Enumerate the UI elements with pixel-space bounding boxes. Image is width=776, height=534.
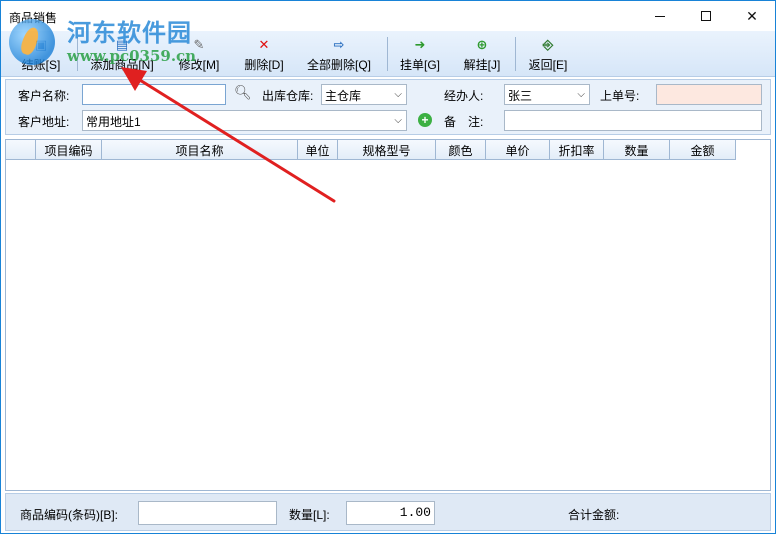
last-order-label: 上单号: (600, 89, 640, 103)
remark-label: 备 注: (444, 115, 484, 129)
edit-label: 修改[M] (178, 58, 220, 72)
warehouse-value: 主仓库 (325, 89, 362, 103)
warehouse-select[interactable]: 主仓库 ⌵ (321, 84, 407, 105)
close-button[interactable]: ✕ (729, 1, 775, 31)
last-order-field (656, 84, 762, 105)
address-value: 常用地址1 (86, 115, 141, 129)
column-header[interactable]: 单价 (486, 140, 550, 160)
barcode-input[interactable] (138, 501, 277, 525)
release-order-label: 解挂[J] (463, 58, 501, 72)
release-order-icon: ⊕ (476, 37, 488, 52)
chevron-down-icon: ⌵ (577, 89, 585, 100)
column-header[interactable]: 项目名称 (102, 140, 298, 160)
maximize-icon (701, 11, 711, 21)
add-item-button[interactable]: ▤ 添加商品[N] (87, 35, 157, 73)
sales-window: 商品销售 ✕ ▣ 结账[S] ▤ 添加商品[N] ✎ 修改[M] ✕ 删除[D]… (0, 0, 776, 534)
toolbar-separator (387, 37, 388, 71)
checkout-label: 结账[S] (21, 58, 61, 72)
add-address-icon[interactable]: + (418, 113, 432, 127)
customer-name-input[interactable] (82, 84, 226, 105)
hold-order-icon: ➜ (414, 37, 426, 52)
delete-icon: ✕ (258, 37, 270, 52)
remark-input[interactable] (504, 110, 762, 131)
warehouse-label: 出库仓库: (262, 89, 314, 103)
grid-header: 项目编码 项目名称 单位 规格型号 颜色 单价 折扣率 数量 金额 (6, 140, 736, 160)
column-header[interactable]: 折扣率 (550, 140, 604, 160)
delete-all-button[interactable]: ⇨ 全部删除[Q] (305, 35, 373, 73)
chevron-down-icon: ⌵ (394, 89, 402, 100)
delete-button[interactable]: ✕ 删除[D] (241, 35, 287, 73)
handler-select[interactable]: 张三 ⌵ (504, 84, 590, 105)
exit-icon: ⎆ (542, 37, 554, 52)
handler-value: 张三 (508, 89, 533, 103)
handler-label: 经办人: (444, 89, 484, 103)
delete-label: 删除[D] (244, 58, 284, 72)
delete-all-label: 全部删除[Q] (306, 58, 371, 72)
hold-order-button[interactable]: ➜ 挂单[G] (397, 35, 443, 73)
search-icon[interactable]: 🔍︎ (234, 84, 252, 101)
delete-all-icon: ⇨ (333, 37, 345, 52)
column-header[interactable]: 规格型号 (338, 140, 436, 160)
address-label: 客户地址: (18, 115, 70, 129)
column-header[interactable]: 单位 (298, 140, 338, 160)
toolbar: ▣ 结账[S] ▤ 添加商品[N] ✎ 修改[M] ✕ 删除[D] ⇨ 全部删除… (1, 31, 775, 77)
close-icon: ✕ (746, 7, 758, 24)
edit-button[interactable]: ✎ 修改[M] (175, 35, 223, 73)
add-item-label: 添加商品[N] (90, 58, 154, 72)
column-header[interactable]: 项目编码 (36, 140, 102, 160)
column-header[interactable]: 颜色 (436, 140, 486, 160)
minimize-icon (655, 15, 665, 17)
row-indicator-header (6, 140, 36, 160)
edit-icon: ✎ (193, 37, 205, 52)
release-order-button[interactable]: ⊕ 解挂[J] (459, 35, 505, 73)
title-bar: 商品销售 ✕ (1, 1, 775, 31)
exit-label: 返回[E] (528, 58, 568, 72)
quantity-label: 数量[L]: (289, 508, 330, 522)
total-amount-label: 合计金额: (568, 508, 620, 522)
hold-order-label: 挂单[G] (399, 58, 440, 72)
toolbar-separator (515, 37, 516, 71)
quantity-input[interactable]: 1.00 (346, 501, 435, 525)
status-bar: 商品编码(条码)[B]: 数量[L]: 1.00 合计金额: (5, 493, 771, 531)
barcode-label: 商品编码(条码)[B]: (20, 508, 118, 522)
column-header[interactable]: 数量 (604, 140, 670, 160)
window-title: 商品销售 (9, 11, 58, 25)
toolbar-separator (77, 37, 78, 71)
customer-name-label: 客户名称: (18, 89, 70, 103)
checkout-icon: ▣ (34, 37, 48, 52)
address-select[interactable]: 常用地址1 ⌵ (82, 110, 407, 131)
checkout-button[interactable]: ▣ 结账[S] (19, 35, 63, 73)
add-item-icon: ▤ (115, 37, 129, 52)
column-header[interactable]: 金额 (670, 140, 736, 160)
minimize-button[interactable] (637, 1, 683, 31)
maximize-button[interactable] (683, 1, 729, 31)
order-form: 客户名称: 🔍︎ 出库仓库: 主仓库 ⌵ 经办人: 张三 ⌵ 上单号: 客户地址… (5, 79, 771, 135)
chevron-down-icon: ⌵ (394, 115, 402, 126)
items-grid[interactable]: 项目编码 项目名称 单位 规格型号 颜色 单价 折扣率 数量 金额 (5, 139, 771, 491)
exit-button[interactable]: ⎆ 返回[E] (525, 35, 571, 73)
